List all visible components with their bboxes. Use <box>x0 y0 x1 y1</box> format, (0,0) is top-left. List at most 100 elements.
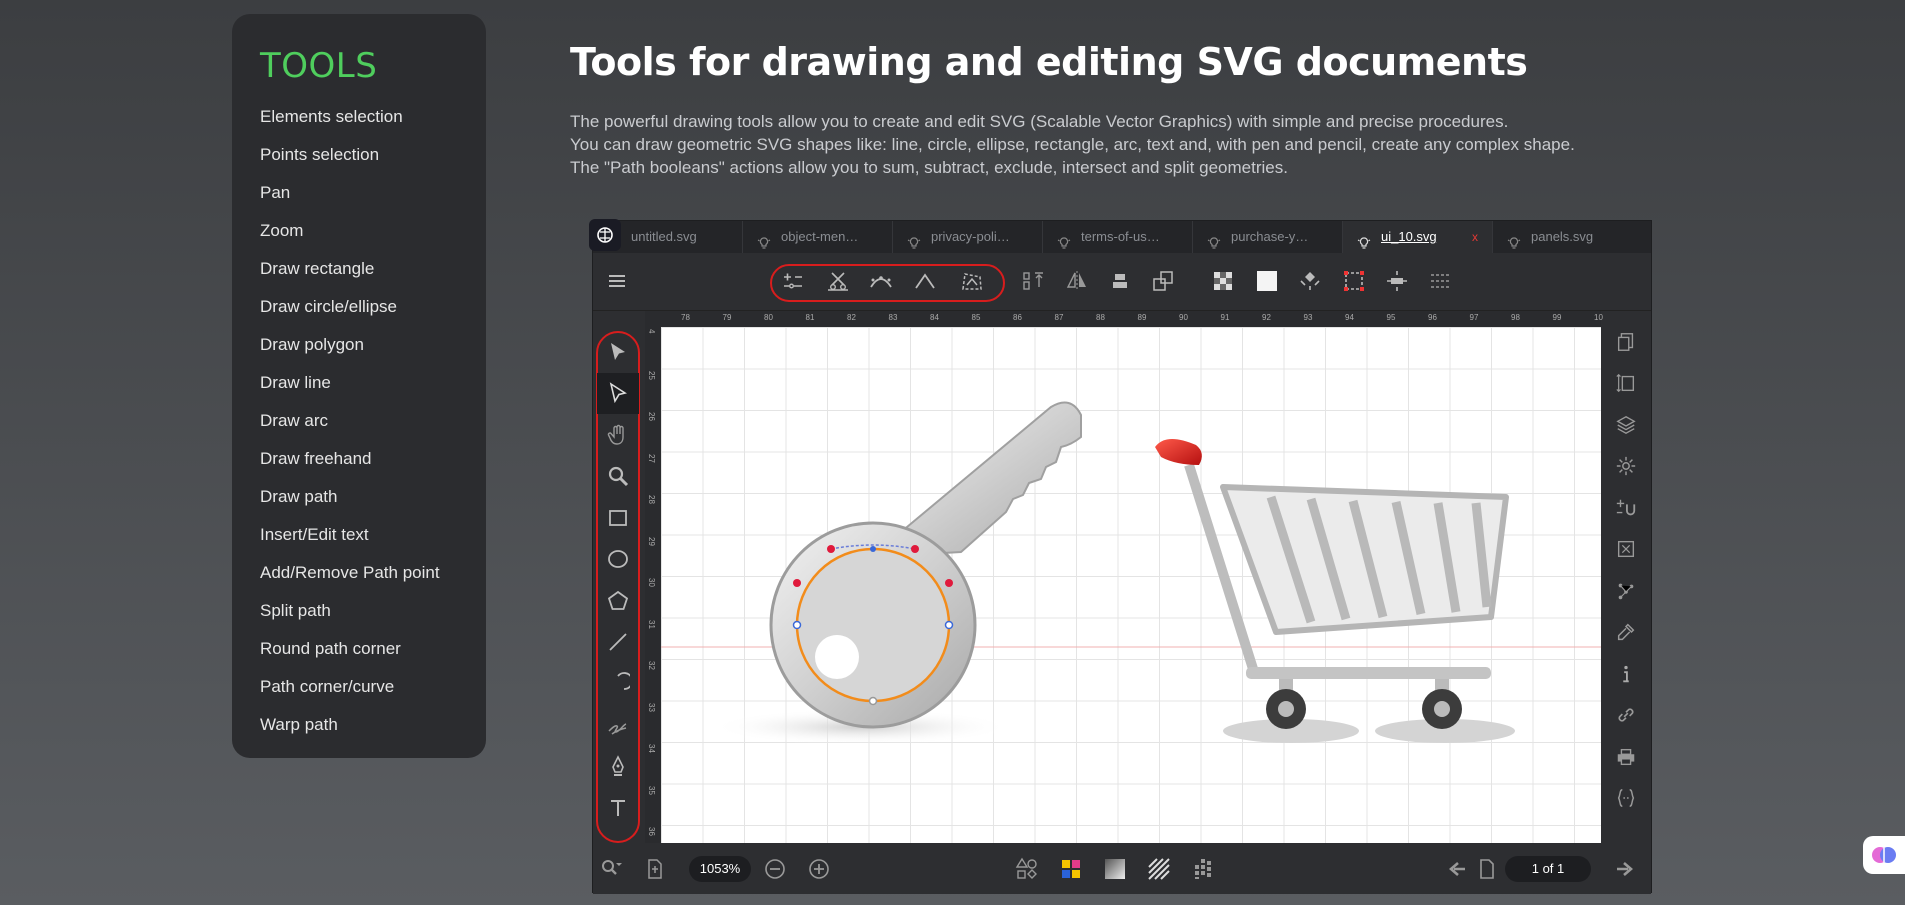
distribute-icon[interactable] <box>1385 269 1409 293</box>
drawing-canvas[interactable] <box>661 327 1601 843</box>
sidebar-item-insert-edit-text[interactable]: Insert/Edit text <box>260 516 458 554</box>
layers-icon[interactable] <box>1601 404 1651 446</box>
sidebar-item-draw-rectangle[interactable]: Draw rectangle <box>260 250 458 288</box>
tab-label: ui_10.svg <box>1381 229 1437 244</box>
ruler-tick-label: 26 <box>647 412 656 421</box>
align-top-icon[interactable] <box>1021 269 1045 293</box>
pen-path-icon[interactable] <box>597 746 639 788</box>
sidebar-item-draw-line[interactable]: Draw line <box>260 364 458 402</box>
sidebar-item-draw-arc[interactable]: Draw arc <box>260 402 458 440</box>
bulb-icon <box>1507 230 1521 249</box>
tab-terms-of-use[interactable]: terms-of-us… <box>1043 221 1193 253</box>
tab-privacy-policy[interactable]: privacy-poli… <box>893 221 1043 253</box>
sidebar-item-draw-path[interactable]: Draw path <box>260 478 458 516</box>
ruler-tick-label: 93 <box>1303 313 1313 322</box>
line-icon[interactable] <box>597 622 639 664</box>
tab-panels[interactable]: panels.svg <box>1493 221 1643 253</box>
sidebar-item-elements-selection[interactable]: Elements selection <box>260 98 458 136</box>
document-size-icon[interactable] <box>1601 363 1651 405</box>
fit-selection-icon[interactable] <box>1601 529 1651 571</box>
round-corner-icon[interactable] <box>869 269 893 293</box>
bbox-select-icon[interactable] <box>1342 269 1366 293</box>
bulb-icon <box>757 230 771 249</box>
transform-icon[interactable] <box>1298 269 1322 293</box>
canvas-artwork <box>661 401 1601 745</box>
menu-icon[interactable] <box>605 269 629 293</box>
ruler-tick-label: 84 <box>930 313 939 322</box>
description-line-3: The "Path booleans" actions allow you to… <box>570 158 1288 177</box>
polygon-icon[interactable] <box>597 580 639 622</box>
next-page-arrow-icon[interactable] <box>1613 857 1637 881</box>
arrange-icon[interactable] <box>1151 269 1175 293</box>
guides-icon[interactable] <box>1429 269 1453 293</box>
sidebar-item-split-path[interactable]: Split path <box>260 592 458 630</box>
sidebar-item-points-selection[interactable]: Points selection <box>260 136 458 174</box>
warp-icon[interactable] <box>960 269 984 293</box>
add-remove-point-icon[interactable] <box>781 269 805 293</box>
bottom-status-bar: 1053% 1 of 1 <box>593 843 1651 894</box>
pattern-icon[interactable] <box>1147 857 1171 881</box>
pan-hand-icon[interactable] <box>597 414 639 456</box>
flip-icon[interactable] <box>1065 269 1089 293</box>
settings-gear-icon[interactable] <box>1601 446 1651 488</box>
white-fill-icon[interactable] <box>1255 269 1279 293</box>
scissors-icon[interactable] <box>826 269 850 293</box>
gradient-icon[interactable] <box>1103 857 1127 881</box>
texture-icon[interactable] <box>1191 857 1215 881</box>
ruler-tick-label: 36 <box>647 827 656 836</box>
app-logo-icon[interactable] <box>589 219 621 251</box>
sidebar-item-round-path-corner[interactable]: Round path corner <box>260 630 458 668</box>
sidebar-item-zoom[interactable]: Zoom <box>260 212 458 250</box>
zoom-out-icon[interactable] <box>763 857 787 881</box>
zoom-level-display[interactable]: 1053% <box>689 856 751 882</box>
ruler-tick-label: 4 <box>647 329 656 334</box>
tab-ui-10[interactable]: ui_10.svg x <box>1343 221 1493 253</box>
sidebar-item-warp-path[interactable]: Warp path <box>260 706 458 744</box>
sidebar-item-path-corner-curve[interactable]: Path corner/curve <box>260 668 458 706</box>
corner-curve-icon[interactable] <box>913 269 937 293</box>
rectangle-icon[interactable] <box>597 497 639 539</box>
color-swatches-icon[interactable] <box>1059 857 1083 881</box>
sidebar-item-draw-polygon[interactable]: Draw polygon <box>260 326 458 364</box>
print-icon[interactable] <box>1601 736 1651 778</box>
tab-purchase[interactable]: purchase-y… <box>1193 221 1343 253</box>
zoom-icon[interactable] <box>597 456 639 498</box>
zoom-menu-icon[interactable] <box>599 857 623 881</box>
ruler-tick-label: 79 <box>722 313 732 322</box>
sidebar-item-draw-freehand[interactable]: Draw freehand <box>260 440 458 478</box>
ruler-tick-label: 90 <box>1179 313 1188 322</box>
sidebar-item-draw-circle-ellipse[interactable]: Draw circle/ellipse <box>260 288 458 326</box>
page-icon[interactable] <box>1475 857 1499 881</box>
shapes-library-icon[interactable] <box>1015 857 1039 881</box>
snap-magnet-icon[interactable] <box>1601 487 1651 529</box>
code-braces-icon[interactable] <box>1601 778 1651 820</box>
page-indicator[interactable]: 1 of 1 <box>1505 856 1591 882</box>
info-icon[interactable] <box>1601 653 1651 695</box>
ellipse-icon[interactable] <box>597 539 639 581</box>
select-arrow-icon[interactable] <box>597 331 639 373</box>
sidebar-item-pan[interactable]: Pan <box>260 174 458 212</box>
ruler-tick-label: 99 <box>1552 313 1562 322</box>
ruler-tick-label: 91 <box>1220 313 1230 322</box>
checker-fill-icon[interactable] <box>1211 269 1235 293</box>
top-toolbar <box>593 253 1651 311</box>
zoom-in-icon[interactable] <box>807 857 831 881</box>
eyedropper-icon[interactable] <box>1601 612 1651 654</box>
pages-icon[interactable] <box>1601 321 1651 363</box>
description-line-1: The powerful drawing tools allow you to … <box>570 112 1509 131</box>
freehand-icon[interactable] <box>597 705 639 747</box>
align-icon[interactable] <box>1108 269 1132 293</box>
previous-page-arrow-icon[interactable] <box>1445 857 1469 881</box>
nodes-icon[interactable] <box>1601 570 1651 612</box>
sidebar-item-add-remove-path-point[interactable]: Add/Remove Path point <box>260 554 458 592</box>
tab-object-menu[interactable]: object-men… <box>743 221 893 253</box>
description-line-2: You can draw geometric SVG shapes like: … <box>570 135 1575 154</box>
link-icon[interactable] <box>1601 695 1651 737</box>
tab-close-button[interactable]: x <box>1472 221 1478 253</box>
arc-icon[interactable] <box>597 663 639 705</box>
page-fit-icon[interactable] <box>643 857 667 881</box>
assistant-brain-icon[interactable] <box>1863 836 1905 874</box>
points-select-icon[interactable] <box>597 372 639 414</box>
document-tabs: untitled.svg object-men… privacy-poli… t… <box>593 221 1651 253</box>
text-icon[interactable] <box>597 788 639 830</box>
